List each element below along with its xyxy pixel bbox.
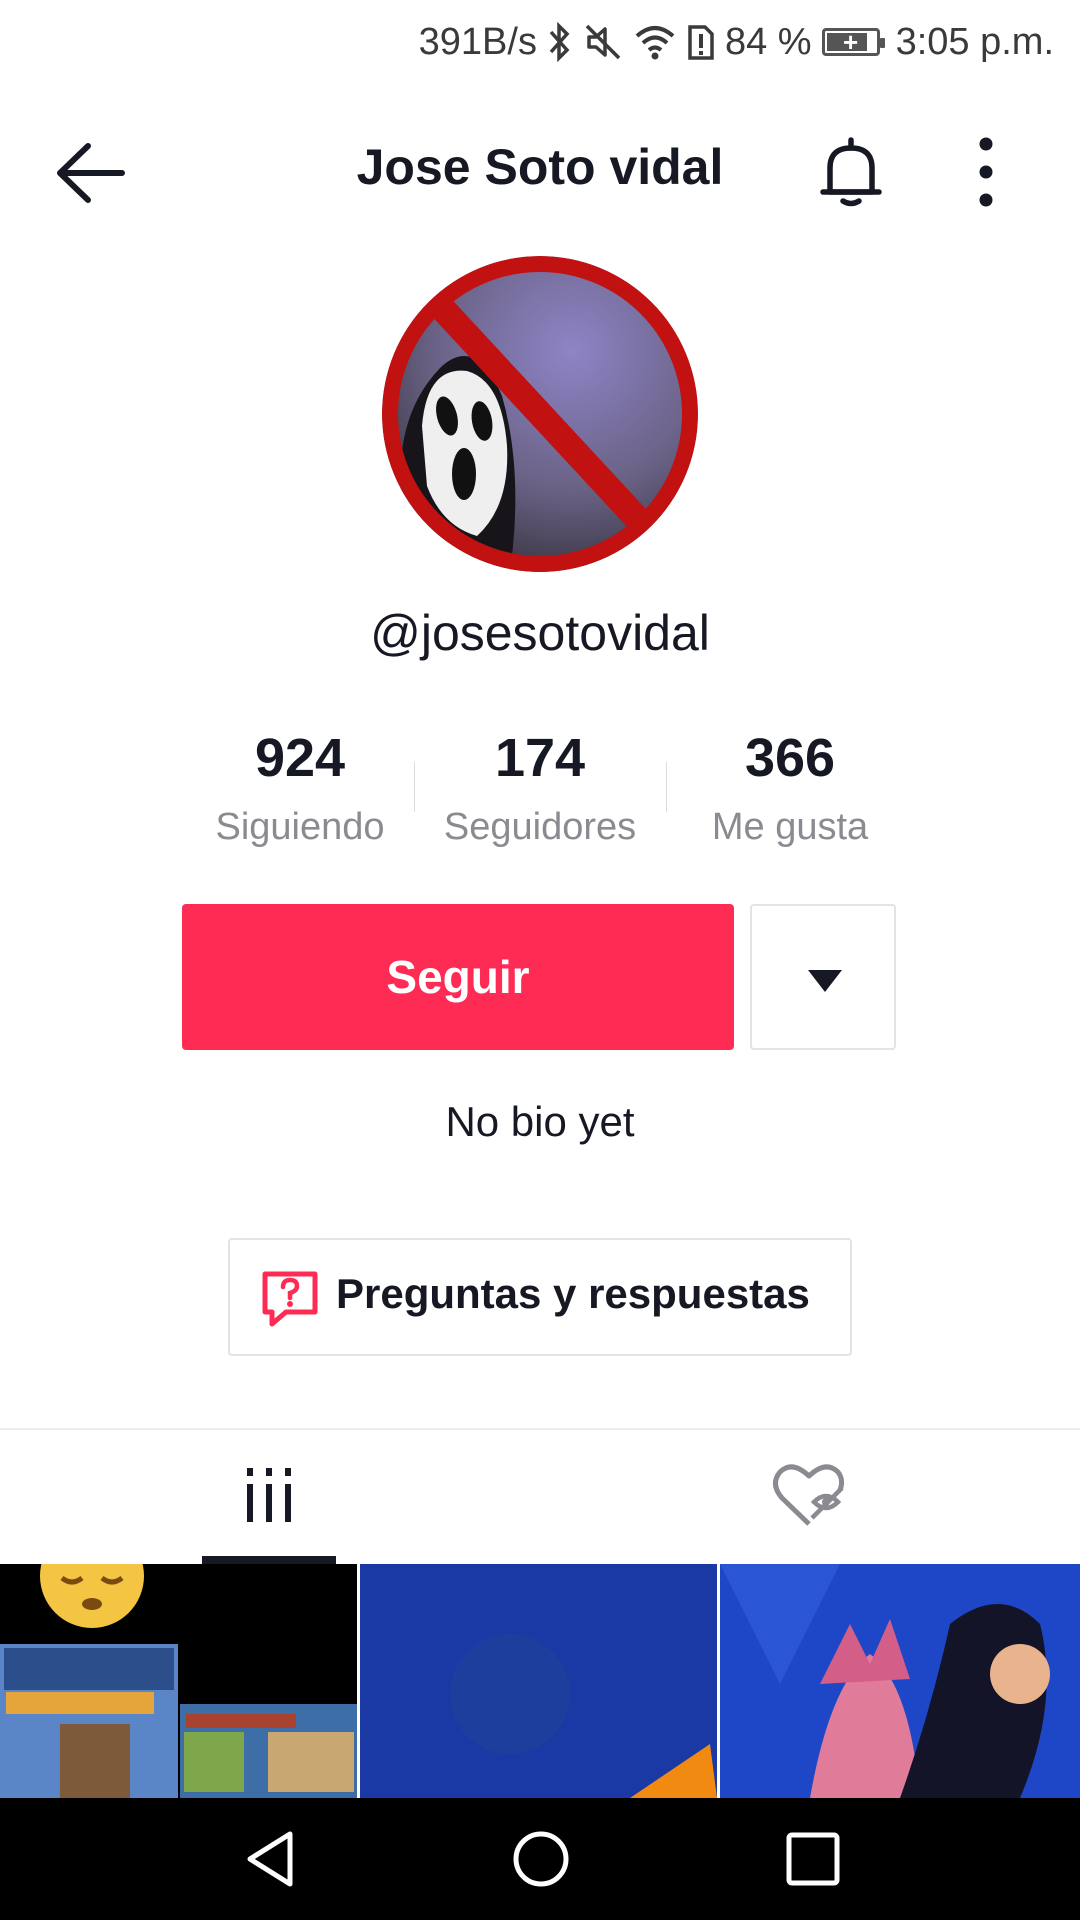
mute-icon (583, 22, 623, 62)
video-thumbnail-image (0, 1564, 357, 1798)
stat-value: 174 (494, 728, 586, 788)
qa-button[interactable]: Preguntas y respuestas (228, 1238, 852, 1356)
caret-down-icon (808, 970, 842, 992)
video-thumbnail-image (360, 1564, 717, 1798)
follow-button[interactable]: Seguir (182, 904, 734, 1050)
liked-hidden-icon (773, 1464, 845, 1526)
stat-divider (414, 762, 415, 812)
nav-home-icon (513, 1831, 569, 1887)
stat-label: Seguidores (443, 806, 637, 848)
tab-videos[interactable] (200, 1432, 338, 1562)
tabs-divider (0, 1428, 1080, 1430)
more-vertical-icon (979, 137, 993, 207)
stat-label: Me gusta (711, 806, 869, 848)
profile-stats: 924 Siguiendo 174 Seguidores 366 Me gust… (180, 720, 900, 860)
username: @josesotovidal (370, 605, 710, 661)
nav-recents-icon (786, 1832, 840, 1886)
notifications-button[interactable] (812, 134, 890, 212)
stat-value: 366 (744, 728, 836, 788)
bio-text: No bio yet (445, 1098, 635, 1145)
nav-home-button[interactable] (510, 1828, 572, 1890)
clock: 3:05 p.m. (895, 20, 1054, 63)
status-icons: 391B/s 84 % + 3:05 p.m. (419, 14, 1054, 70)
status-bar: 391B/s 84 % + 3:05 p.m. (0, 0, 1080, 84)
profile-header: Jose Soto vidal (0, 110, 1080, 230)
video-thumbnail-image (720, 1564, 1080, 1798)
video-thumbnail[interactable] (0, 1564, 357, 1798)
avatar[interactable] (382, 256, 698, 572)
stat-label: Siguiendo (215, 806, 385, 848)
stat-likes[interactable]: 366 Me gusta (670, 720, 910, 849)
more-options-button[interactable] (958, 132, 1014, 212)
page-title: Jose Soto vidal (356, 139, 724, 195)
stat-value: 924 (254, 728, 346, 788)
suggested-accounts-dropdown[interactable] (750, 904, 896, 1050)
net-speed: 391B/s (418, 20, 537, 63)
bluetooth-icon (547, 22, 573, 62)
active-tab-indicator (202, 1556, 336, 1564)
videos-grid-icon (247, 1468, 291, 1522)
video-thumbnail[interactable] (720, 1564, 1080, 1798)
wifi-icon (633, 22, 677, 62)
bell-icon (820, 137, 882, 207)
video-thumbnail[interactable] (360, 1564, 717, 1798)
system-nav-bar (0, 1798, 1080, 1920)
question-bubble-icon (262, 1271, 318, 1327)
battery-icon: + (821, 27, 885, 57)
sim-alert-icon (687, 22, 715, 62)
nav-back-icon (247, 1831, 293, 1887)
battery-percent: 84 % (724, 20, 812, 63)
stat-divider (666, 762, 667, 812)
nav-recents-button[interactable] (782, 1828, 844, 1890)
tab-liked-videos[interactable] (740, 1432, 878, 1562)
nav-back-button[interactable] (240, 1828, 302, 1890)
qa-label: Preguntas y respuestas (336, 1270, 810, 1317)
video-grid (0, 1564, 1080, 1798)
stat-followers[interactable]: 174 Seguidores (420, 720, 660, 849)
stat-following[interactable]: 924 Siguiendo (180, 720, 420, 849)
avatar-image (382, 256, 698, 572)
